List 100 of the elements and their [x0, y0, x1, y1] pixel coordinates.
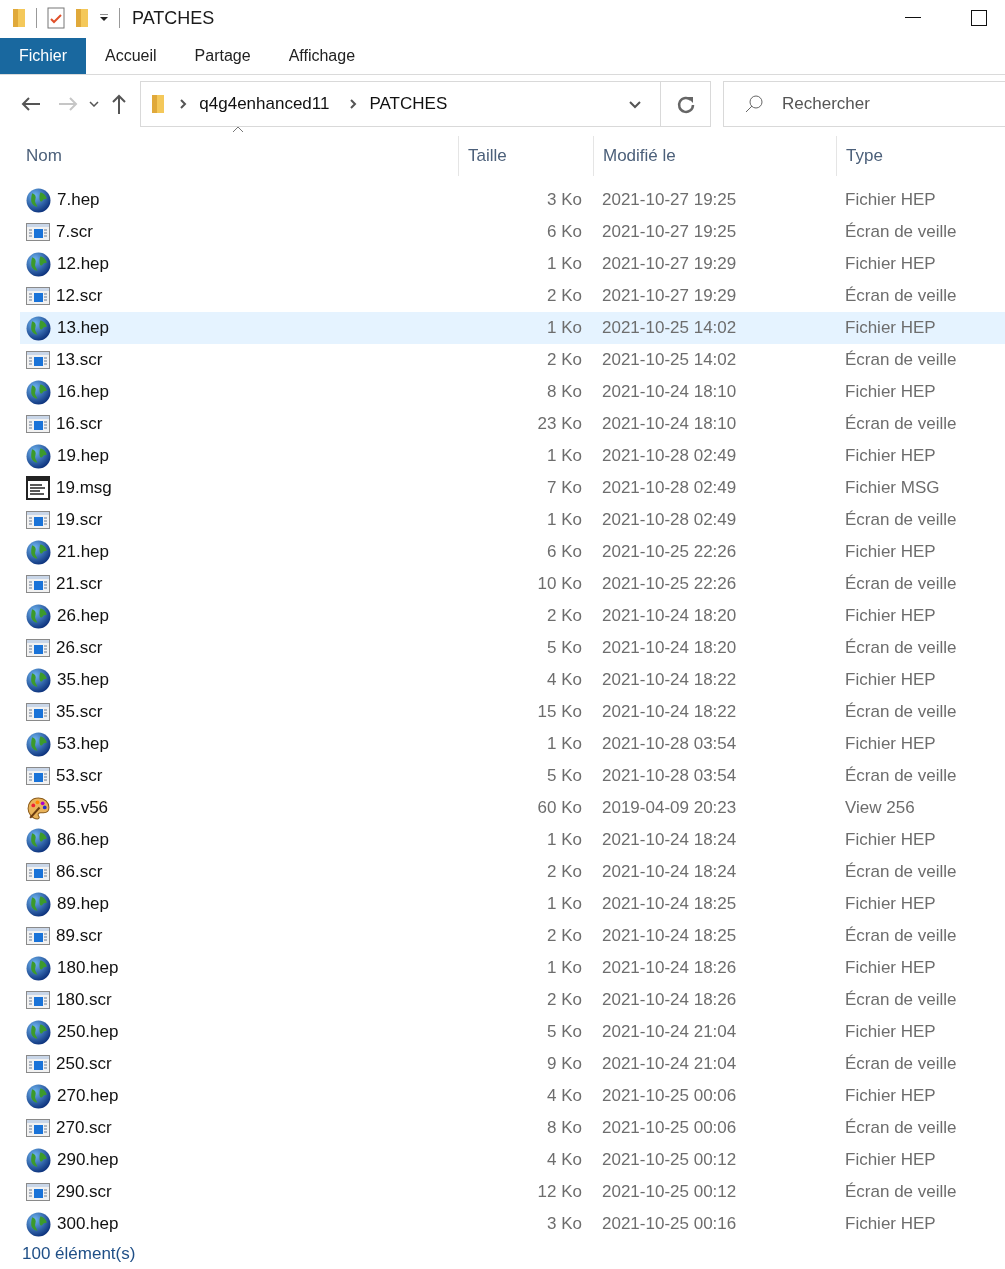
file-type: Écran de veille — [844, 1182, 958, 1202]
file-name: 7.scr — [56, 222, 93, 242]
file-row[interactable]: 53.hep 1 Ko 2021-10-28 03:54 Fichier HEP — [20, 728, 1005, 760]
window-file-icon — [26, 927, 50, 945]
file-type: Fichier HEP — [844, 894, 937, 914]
file-row[interactable]: 21.hep 6 Ko 2021-10-25 22:26 Fichier HEP — [20, 536, 1005, 568]
file-row[interactable]: 270.scr 8 Ko 2021-10-25 00:06 Écran de veille — [20, 1112, 1005, 1144]
file-row[interactable]: 19.msg 7 Ko 2021-10-28 02:49 Fichier MSG — [20, 472, 1005, 504]
chevron-icon[interactable] — [349, 98, 358, 110]
column-header[interactable]: Modifié le — [593, 136, 836, 176]
file-row[interactable]: 180.hep 1 Ko 2021-10-24 18:26 Fichier HEP — [20, 952, 1005, 984]
modified-date: 2021-10-25 14:02 — [601, 318, 738, 338]
file-type: Écran de veille — [844, 990, 958, 1010]
file-row[interactable]: 180.scr 2 Ko 2021-10-24 18:26 Écran de veille — [20, 984, 1005, 1016]
file-name: 89.scr — [56, 926, 103, 946]
file-name: 290.hep — [57, 1150, 119, 1170]
text-document-icon — [26, 476, 50, 500]
file-size: 1 Ko — [546, 958, 583, 978]
globe-icon — [26, 539, 51, 565]
file-size: 15 Ko — [536, 702, 583, 722]
file-row[interactable]: 7.hep 3 Ko 2021-10-27 19:25 Fichier HEP — [20, 184, 1005, 216]
properties-icon[interactable] — [47, 7, 65, 29]
file-row[interactable]: 250.scr 9 Ko 2021-10-24 21:04 Écran de veille — [20, 1048, 1005, 1080]
file-name: 270.hep — [57, 1086, 119, 1106]
file-row[interactable]: 12.hep 1 Ko 2021-10-27 19:29 Fichier HEP — [20, 248, 1005, 280]
file-size: 5 Ko — [546, 1022, 583, 1042]
file-row[interactable]: 250.hep 5 Ko 2021-10-24 21:04 Fichier HEP — [20, 1016, 1005, 1048]
window-file-icon — [26, 415, 50, 433]
file-row[interactable]: 26.scr 5 Ko 2021-10-24 18:20 Écran de veille — [20, 632, 1005, 664]
file-type: Écran de veille — [844, 350, 958, 370]
file-name: 250.hep — [57, 1022, 119, 1042]
file-name: 16.scr — [56, 414, 103, 434]
dropdown-icon[interactable] — [628, 99, 642, 109]
file-row[interactable]: 53.scr 5 Ko 2021-10-28 03:54 Écran de veille — [20, 760, 1005, 792]
file-name: 89.hep — [57, 894, 109, 914]
breadcrumb[interactable]: q4g4enhanced11 — [193, 94, 336, 114]
file-name: 53.scr — [56, 766, 103, 786]
window-file-icon — [26, 991, 50, 1009]
modified-date: 2021-10-28 02:49 — [601, 478, 738, 498]
left-arrow-icon — [21, 96, 42, 112]
ribbon-tab[interactable]: Accueil — [86, 38, 176, 74]
search-box[interactable]: Rechercher — [723, 81, 1005, 127]
file-row[interactable]: 300.hep 3 Ko 2021-10-25 00:16 Fichier HEP — [20, 1208, 1005, 1240]
globe-icon — [26, 1147, 51, 1173]
chevron-icon[interactable] — [179, 98, 188, 110]
file-size: 2 Ko — [546, 990, 583, 1010]
file-name: 21.scr — [56, 574, 103, 594]
address-bar[interactable]: q4g4enhanced11 PATCHES — [140, 81, 711, 127]
file-row[interactable]: 16.scr 23 Ko 2021-10-24 18:10 Écran de veille — [20, 408, 1005, 440]
maximize-icon[interactable] — [971, 10, 987, 26]
file-row[interactable]: 86.hep 1 Ko 2021-10-24 18:24 Fichier HEP — [20, 824, 1005, 856]
up-arrow-icon — [110, 94, 127, 114]
file-row[interactable]: 19.hep 1 Ko 2021-10-28 02:49 Fichier HEP — [20, 440, 1005, 472]
globe-icon — [26, 1019, 51, 1045]
file-row[interactable]: 35.hep 4 Ko 2021-10-24 18:22 Fichier HEP — [20, 664, 1005, 696]
file-type: Fichier HEP — [844, 734, 937, 754]
globe-icon — [26, 827, 51, 853]
folder-icon — [12, 7, 26, 29]
file-row[interactable]: 13.hep 1 Ko 2021-10-25 14:02 Fichier HEP — [20, 312, 1005, 344]
file-row[interactable]: 55.v56 60 Ko 2019-04-09 20:23 View 256 — [20, 792, 1005, 824]
modified-date: 2021-10-24 18:26 — [601, 990, 738, 1010]
ribbon-tab[interactable]: Fichier — [0, 38, 86, 74]
globe-icon — [26, 891, 51, 917]
file-size: 6 Ko — [546, 222, 583, 242]
search-icon — [744, 94, 764, 114]
minimize-icon[interactable] — [905, 17, 921, 19]
window-file-icon — [26, 863, 50, 881]
file-type: Écran de veille — [844, 638, 958, 658]
file-row[interactable]: 270.hep 4 Ko 2021-10-25 00:06 Fichier HEP — [20, 1080, 1005, 1112]
file-type: Fichier HEP — [844, 1150, 937, 1170]
file-row[interactable]: 13.scr 2 Ko 2021-10-25 14:02 Écran de veille — [20, 344, 1005, 376]
file-row[interactable]: 12.scr 2 Ko 2021-10-27 19:29 Écran de veille — [20, 280, 1005, 312]
file-name: 26.hep — [57, 606, 109, 626]
ribbon-tab[interactable]: Affichage — [269, 38, 375, 74]
file-row[interactable]: 86.scr 2 Ko 2021-10-24 18:24 Écran de veille — [20, 856, 1005, 888]
file-row[interactable]: 21.scr 10 Ko 2021-10-25 22:26 Écran de veille — [20, 568, 1005, 600]
ribbon-tab[interactable]: Partage — [175, 38, 270, 74]
column-header[interactable]: Type — [836, 136, 1005, 176]
file-type: Écran de veille — [844, 414, 958, 434]
file-row[interactable]: 35.scr 15 Ko 2021-10-24 18:22 Écran de veille — [20, 696, 1005, 728]
file-row[interactable]: 19.scr 1 Ko 2021-10-28 02:49 Écran de veille — [20, 504, 1005, 536]
globe-icon — [26, 1211, 51, 1237]
file-row[interactable]: 290.scr 12 Ko 2021-10-25 00:12 Écran de veille — [20, 1176, 1005, 1208]
file-size: 8 Ko — [546, 382, 583, 402]
file-row[interactable]: 7.scr 6 Ko 2021-10-27 19:25 Écran de veille — [20, 216, 1005, 248]
file-row[interactable]: 89.scr 2 Ko 2021-10-24 18:25 Écran de veille — [20, 920, 1005, 952]
window-file-icon — [26, 287, 50, 305]
file-name: 180.scr — [56, 990, 112, 1010]
file-row[interactable]: 89.hep 1 Ko 2021-10-24 18:25 Fichier HEP — [20, 888, 1005, 920]
file-row[interactable]: 290.hep 4 Ko 2021-10-25 00:12 Fichier HEP — [20, 1144, 1005, 1176]
file-row[interactable]: 26.hep 2 Ko 2021-10-24 18:20 Fichier HEP — [20, 600, 1005, 632]
column-header[interactable]: Nom — [21, 136, 458, 176]
file-type: Fichier HEP — [844, 542, 937, 562]
file-type: Fichier HEP — [844, 606, 937, 626]
breadcrumb[interactable]: PATCHES — [363, 94, 454, 114]
file-type: Fichier HEP — [844, 382, 937, 402]
file-row[interactable]: 16.hep 8 Ko 2021-10-24 18:10 Fichier HEP — [20, 376, 1005, 408]
caret-icon[interactable] — [99, 14, 109, 22]
column-header[interactable]: Taille — [458, 136, 593, 176]
modified-date: 2021-10-24 18:20 — [601, 606, 738, 626]
